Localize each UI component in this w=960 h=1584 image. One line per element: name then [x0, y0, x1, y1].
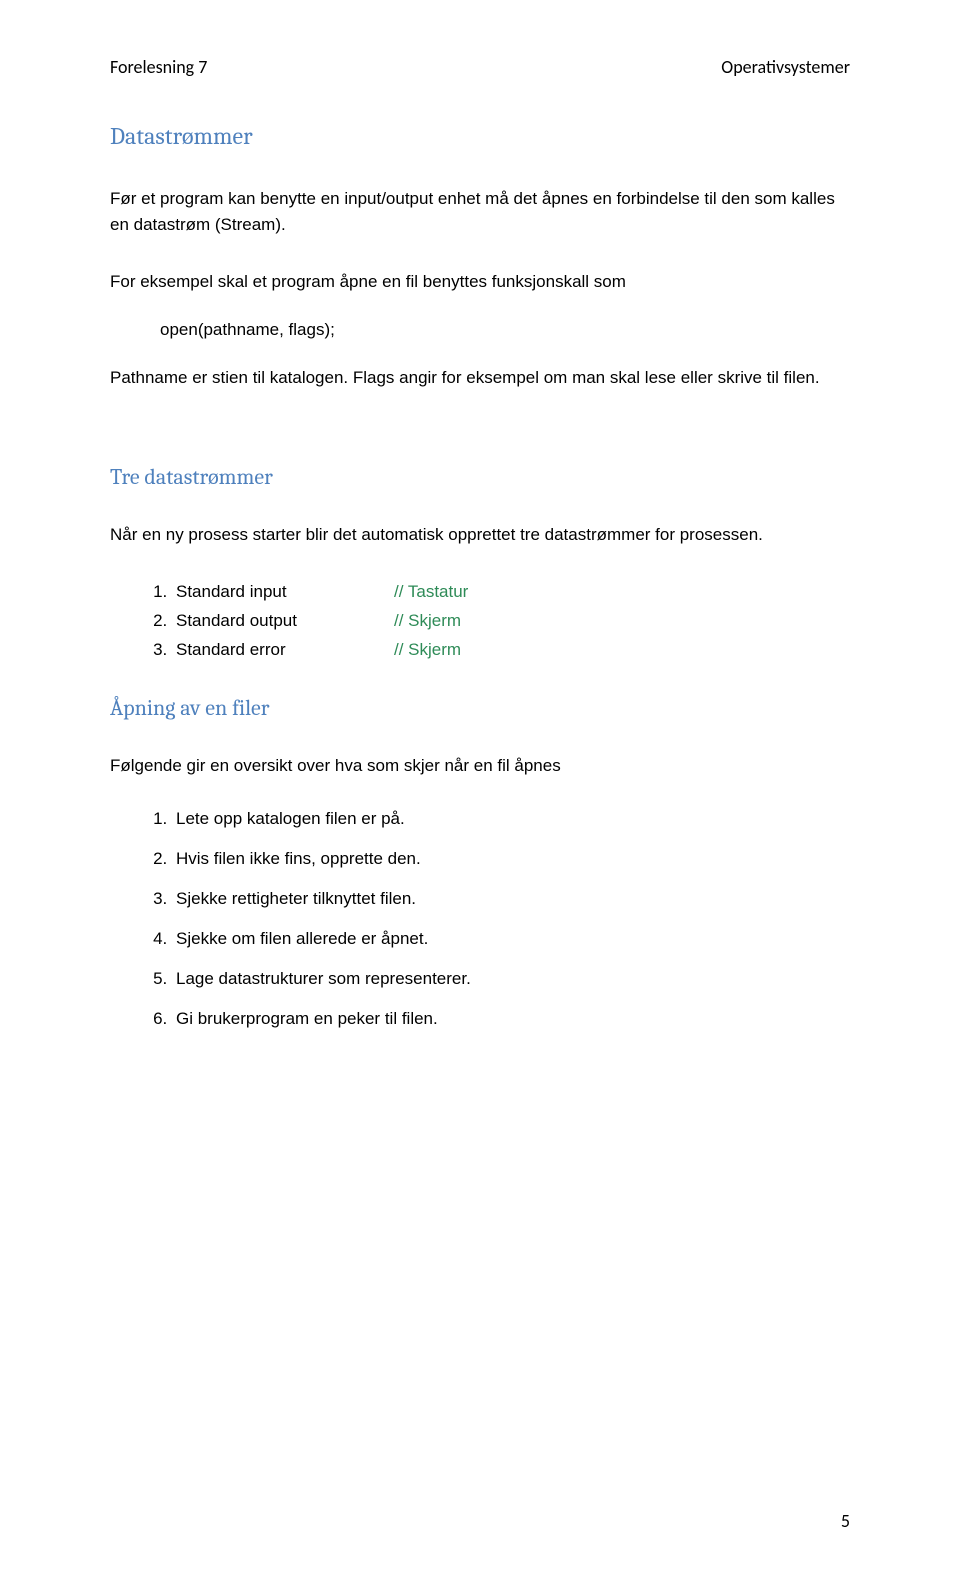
- code-open-call: open(pathname, flags);: [110, 317, 850, 343]
- apning-paragraph: Følgende gir en oversikt over hva som sk…: [110, 753, 850, 779]
- intro-paragraph-2: For eksempel skal et program åpne en fil…: [110, 269, 850, 295]
- heading-apning-av-en-filer: Åpning av en filer: [110, 695, 850, 721]
- stream-comment: // Skjerm: [394, 607, 461, 636]
- stream-label: Standard error: [176, 636, 394, 665]
- page-header: Forelesning 7 Operativsystemer: [110, 56, 850, 78]
- page-number: 5: [841, 1510, 850, 1532]
- list-item: Hvis filen ikke fins, opprette den.: [172, 849, 850, 869]
- list-item: Gi brukerprogram en peker til filen.: [172, 1009, 850, 1029]
- list-item: Standard error // Skjerm: [172, 636, 850, 665]
- stream-comment: // Tastatur: [394, 578, 468, 607]
- tre-paragraph: Når en ny prosess starter blir det autom…: [110, 522, 850, 548]
- stream-label: Standard output: [176, 607, 394, 636]
- stream-label: Standard input: [176, 578, 394, 607]
- list-item: Lage datastrukturer som representerer.: [172, 969, 850, 989]
- list-item: Standard output // Skjerm: [172, 607, 850, 636]
- intro-paragraph-3: Pathname er stien til katalogen. Flags a…: [110, 365, 850, 391]
- heading-datastrommer: Datastrømmer: [110, 122, 850, 150]
- header-right: Operativsystemer: [721, 56, 850, 78]
- list-item: Sjekke om filen allerede er åpnet.: [172, 929, 850, 949]
- intro-paragraph-1: Før et program kan benytte en input/outp…: [110, 186, 850, 239]
- header-left: Forelesning 7: [110, 56, 207, 78]
- list-item: Sjekke rettigheter tilknyttet filen.: [172, 889, 850, 909]
- page: Forelesning 7 Operativsystemer Datastrøm…: [0, 0, 960, 1584]
- stream-list: Standard input // Tastatur Standard outp…: [110, 578, 850, 665]
- stream-comment: // Skjerm: [394, 636, 461, 665]
- open-steps-list: Lete opp katalogen filen er på. Hvis fil…: [110, 809, 850, 1029]
- list-item: Lete opp katalogen filen er på.: [172, 809, 850, 829]
- list-item: Standard input // Tastatur: [172, 578, 850, 607]
- heading-tre-datastrommer: Tre datastrømmer: [110, 464, 850, 490]
